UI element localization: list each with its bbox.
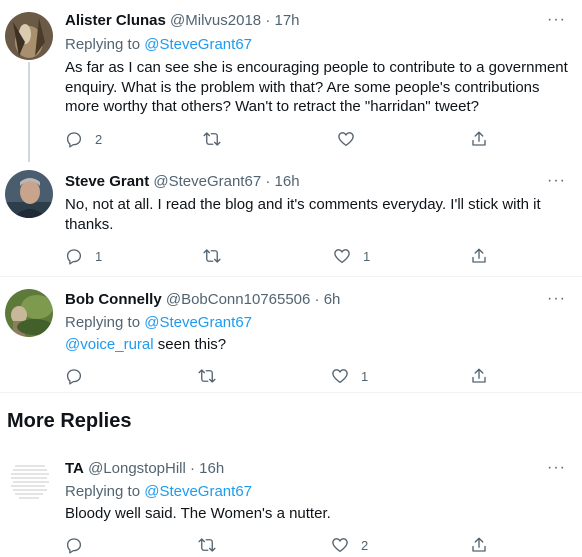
like-count: 1	[361, 368, 369, 384]
share-icon	[472, 248, 486, 263]
replying-to-label: Replying to	[65, 314, 145, 331]
reply-button[interactable]	[65, 365, 95, 387]
like-count: 1	[363, 248, 371, 264]
tweet-text-rest: seen this?	[153, 336, 227, 353]
tweet-alister-clunas[interactable]: Alister Clunas @Milvus2018 · 17h ··· Rep…	[0, 0, 582, 160]
reply-button[interactable]: 2	[65, 128, 102, 150]
tweet-actions: 1	[65, 365, 515, 387]
avatar[interactable]	[5, 289, 53, 337]
tweet-text: No, not at all. I read the blog and it's…	[65, 196, 541, 233]
reply-icon	[66, 132, 82, 148]
tweet-text: Bloody well said. The Women's a nutter.	[65, 505, 331, 522]
more-replies-heading: More Replies	[7, 410, 132, 432]
author-name[interactable]: TA	[65, 460, 84, 477]
share-icon	[472, 131, 486, 146]
reply-icon	[66, 538, 82, 554]
author-name[interactable]: Bob Connelly	[65, 291, 162, 308]
retweet-button[interactable]	[203, 245, 233, 267]
tweet-actions: 2	[65, 128, 515, 150]
replying-to: Replying to @SteveGrant67	[65, 483, 252, 500]
timestamp[interactable]: · 17h	[265, 12, 299, 29]
tweet-text: @voice_rural seen this?	[65, 335, 570, 355]
replying-to-label: Replying to	[65, 36, 145, 53]
more-options-icon[interactable]: ···	[547, 172, 566, 190]
timestamp[interactable]: · 16h	[265, 173, 299, 190]
like-icon	[334, 249, 350, 264]
like-button[interactable]	[337, 128, 367, 150]
tweet-steve-grant[interactable]: Steve Grant @SteveGrant67 · 16h ··· No, …	[0, 160, 582, 277]
like-button[interactable]: 1	[333, 245, 370, 267]
timestamp[interactable]: · 6h	[315, 291, 341, 308]
share-button[interactable]	[470, 365, 488, 387]
replying-to: Replying to @SteveGrant67	[65, 36, 252, 53]
tweet-bob-connelly[interactable]: Bob Connelly @BobConn10765506 · 6h ··· R…	[0, 277, 582, 392]
avatar[interactable]	[5, 170, 53, 218]
replying-to-handle[interactable]: @SteveGrant67	[144, 314, 252, 331]
author-handle[interactable]: @Milvus2018	[170, 12, 261, 29]
retweet-icon	[198, 538, 216, 552]
retweet-icon	[203, 249, 221, 263]
tweet-actions: 1 1	[65, 245, 515, 267]
reply-count: 1	[95, 248, 103, 264]
share-button[interactable]	[470, 534, 488, 556]
more-options-icon[interactable]: ···	[547, 290, 566, 308]
divider	[0, 392, 582, 393]
like-icon	[332, 369, 348, 384]
like-icon	[338, 132, 354, 147]
share-button[interactable]	[470, 128, 488, 150]
replying-to: Replying to @SteveGrant67	[65, 314, 252, 331]
retweet-button[interactable]	[198, 534, 228, 556]
tweet-ta[interactable]: TA @LongstopHill · 16h ··· Replying to @…	[0, 446, 582, 557]
tweet-actions: 2	[65, 534, 515, 556]
replying-to-handle[interactable]: @SteveGrant67	[144, 36, 252, 53]
author-name[interactable]: Alister Clunas	[65, 12, 166, 29]
retweet-button[interactable]	[198, 365, 228, 387]
share-icon	[472, 537, 486, 552]
mention-link[interactable]: @voice_rural	[65, 336, 154, 353]
share-button[interactable]	[470, 245, 488, 267]
like-button[interactable]: 1	[331, 365, 368, 387]
retweet-button[interactable]	[203, 128, 233, 150]
reply-button[interactable]	[65, 534, 95, 556]
reply-count: 2	[95, 131, 103, 147]
author-handle[interactable]: @LongstopHill	[88, 460, 186, 477]
retweet-icon	[203, 132, 221, 146]
author-name[interactable]: Steve Grant	[65, 173, 149, 190]
reply-icon	[66, 369, 82, 385]
avatar[interactable]	[5, 12, 53, 60]
tweet-text: As far as I can see she is encouraging p…	[65, 59, 568, 115]
timestamp[interactable]: · 16h	[190, 460, 224, 477]
author-handle[interactable]: @SteveGrant67	[153, 173, 261, 190]
replying-to-handle[interactable]: @SteveGrant67	[144, 483, 252, 500]
avatar[interactable]	[5, 458, 53, 506]
like-icon	[332, 538, 348, 553]
like-button[interactable]: 2	[331, 534, 368, 556]
more-options-icon[interactable]: ···	[547, 459, 566, 477]
reply-icon	[66, 249, 82, 265]
more-options-icon[interactable]: ···	[547, 11, 566, 29]
like-count: 2	[361, 537, 369, 553]
share-icon	[472, 368, 486, 383]
reply-button[interactable]: 1	[65, 245, 102, 267]
replying-to-label: Replying to	[65, 483, 145, 500]
author-handle[interactable]: @BobConn10765506	[166, 291, 311, 308]
retweet-icon	[198, 369, 216, 383]
